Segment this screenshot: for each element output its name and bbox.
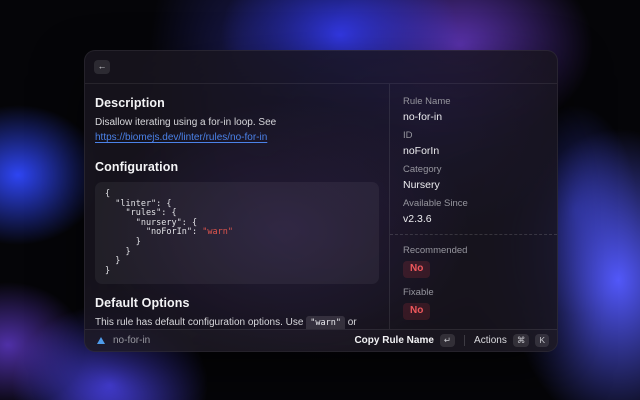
field-id: ID noForIn xyxy=(403,130,544,158)
flag-recommended: Recommended No xyxy=(403,245,544,278)
field-rule-name: Rule Name no-for-in xyxy=(403,96,544,124)
configuration-code-block: { "linter": { "rules": { "nursery": { "n… xyxy=(95,182,379,285)
window-header: ← xyxy=(85,51,557,84)
field-label: ID xyxy=(403,130,413,141)
description-paragraph: Disallow iterating using a for-in loop. … xyxy=(95,115,379,145)
field-label: Rule Name xyxy=(403,96,451,107)
k-keycap: K xyxy=(535,334,549,347)
field-label: Category xyxy=(403,164,442,175)
flag-label: Fixable xyxy=(403,287,434,298)
enter-keycap: ↵ xyxy=(439,334,456,347)
fixable-badge: No xyxy=(403,303,431,320)
field-label: Available Since xyxy=(403,198,468,209)
copy-rule-name-label: Copy Rule Name xyxy=(354,335,434,346)
warn-inline-code: "warn" xyxy=(306,316,345,329)
cmd-keycap: ⌘ xyxy=(512,334,530,347)
field-category: Category Nursery xyxy=(403,164,544,192)
configuration-heading: Configuration xyxy=(95,160,179,174)
field-value: no-for-in xyxy=(403,111,443,123)
default-options-text: This rule has default configuration opti… xyxy=(95,317,307,329)
biome-logo-icon xyxy=(97,337,105,344)
default-options-heading: Default Options xyxy=(95,296,190,311)
description-text: Disallow iterating using a for-in loop. … xyxy=(95,117,277,128)
recommended-badge: No xyxy=(403,261,431,278)
flag-label: Recommended xyxy=(403,245,468,256)
actions-button[interactable]: Actions ⌘ K xyxy=(474,334,549,347)
content-row: Description Disallow iterating using a f… xyxy=(85,84,557,329)
footer-rule-name: no-for-in xyxy=(113,335,151,346)
field-available-since: Available Since v2.3.6 xyxy=(403,198,544,226)
actions-label: Actions xyxy=(474,335,507,346)
default-options-paragraph: This rule has default configuration opti… xyxy=(95,315,379,329)
field-value: noForIn xyxy=(403,145,440,157)
back-button[interactable]: ← xyxy=(94,60,110,74)
footer-divider xyxy=(464,335,466,346)
field-value: Nursery xyxy=(403,179,440,191)
default-options-text: or xyxy=(344,317,357,329)
description-heading: Description xyxy=(95,96,165,110)
copy-rule-name-button[interactable]: Copy Rule Name ↵ xyxy=(354,334,456,347)
rule-doc-link[interactable]: https://biomejs.dev/linter/rules/no-for-… xyxy=(95,132,267,143)
metadata-sidebar: Rule Name no-for-in ID noForIn Category … xyxy=(389,84,557,329)
sidebar-divider xyxy=(390,234,557,235)
scroll-area[interactable]: Description Disallow iterating using a f… xyxy=(85,84,389,329)
action-bar: no-for-in Copy Rule Name ↵ Actions ⌘ K xyxy=(85,329,557,351)
flag-fixable: Fixable No xyxy=(403,287,544,320)
back-arrow-icon: ← xyxy=(97,61,107,71)
field-value: v2.3.6 xyxy=(403,213,432,225)
rule-detail-window: ← Description Disallow iterating using a… xyxy=(84,50,558,352)
